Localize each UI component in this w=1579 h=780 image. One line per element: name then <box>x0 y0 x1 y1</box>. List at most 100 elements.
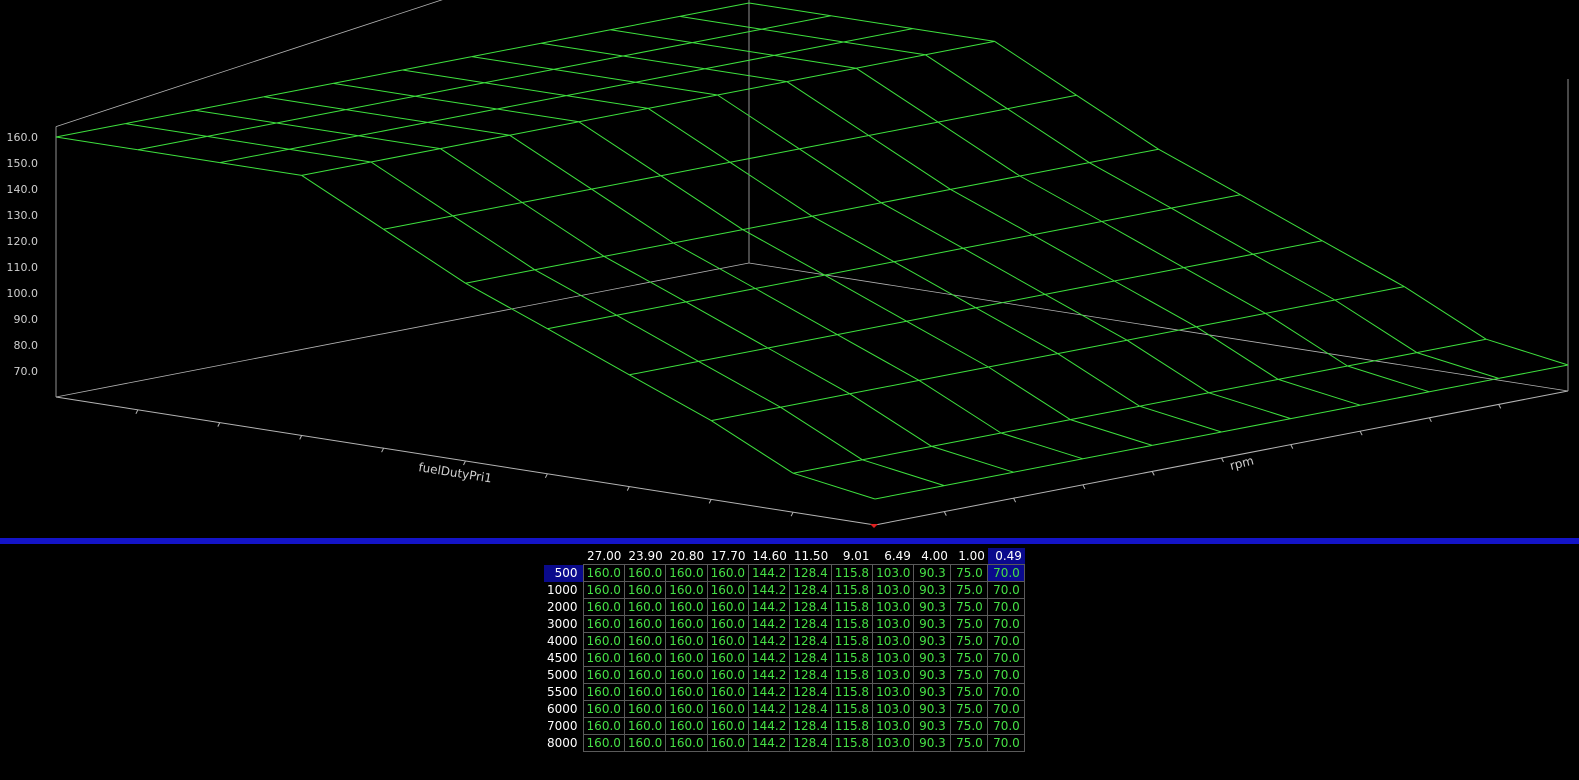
table-cell[interactable]: 160.0 <box>706 615 749 633</box>
table-cell[interactable]: 115.8 <box>830 564 874 582</box>
table-cell[interactable]: 160.0 <box>582 734 625 752</box>
table-cell[interactable]: 70.0 <box>987 598 1026 616</box>
table-cell[interactable]: 160.0 <box>706 717 749 735</box>
table-cell[interactable]: 115.8 <box>830 717 874 735</box>
table-cell[interactable]: 144.2 <box>747 615 791 633</box>
table-cell[interactable]: 75.0 <box>950 666 989 684</box>
table-cell[interactable]: 115.8 <box>830 700 874 718</box>
table-cell[interactable]: 160.0 <box>582 564 625 582</box>
table-cell[interactable]: 90.3 <box>913 734 952 752</box>
row-header[interactable]: 7000 <box>544 718 583 735</box>
column-header[interactable]: 9.01 <box>831 548 872 565</box>
panel-divider[interactable] <box>0 538 1579 544</box>
table-cell[interactable]: 75.0 <box>950 598 989 616</box>
table-cell[interactable]: 144.2 <box>747 564 791 582</box>
table-cell[interactable]: 160.0 <box>623 649 667 667</box>
table-cell[interactable]: 144.2 <box>747 581 791 599</box>
table-cell[interactable]: 103.0 <box>872 615 915 633</box>
table-cell[interactable]: 75.0 <box>950 581 989 599</box>
column-header[interactable]: 20.80 <box>666 548 707 565</box>
table-cell[interactable]: 115.8 <box>830 734 874 752</box>
row-header[interactable]: 3000 <box>544 616 583 633</box>
table-cell[interactable]: 103.0 <box>872 717 915 735</box>
row-header[interactable]: 6000 <box>544 701 583 718</box>
table-cell[interactable]: 103.0 <box>872 564 915 582</box>
table-cell[interactable]: 103.0 <box>872 666 915 684</box>
surface-3d-view[interactable]: 160.0 150.0 140.0 130.0 120.0 110.0 100.0 90.0 8… <box>0 0 1579 538</box>
table-cell[interactable]: 160.0 <box>623 581 667 599</box>
column-header[interactable]: 6.49 <box>873 548 914 565</box>
table-cell[interactable]: 160.0 <box>665 615 708 633</box>
table-cell[interactable]: 128.4 <box>789 683 832 701</box>
table-cell[interactable]: 160.0 <box>623 700 667 718</box>
table-cell[interactable]: 160.0 <box>623 632 667 650</box>
table-cell[interactable]: 160.0 <box>665 564 708 582</box>
table-cell[interactable]: 160.0 <box>582 700 625 718</box>
row-header[interactable]: 4000 <box>544 633 583 650</box>
table-cell[interactable]: 70.0 <box>987 683 1026 701</box>
table-cell[interactable]: 160.0 <box>665 649 708 667</box>
table-cell[interactable]: 128.4 <box>789 717 832 735</box>
table-cell[interactable]: 75.0 <box>950 717 989 735</box>
table-cell[interactable]: 160.0 <box>665 581 708 599</box>
table-cell[interactable]: 115.8 <box>830 598 874 616</box>
table-cell[interactable]: 90.3 <box>913 649 952 667</box>
table-cell[interactable]: 160.0 <box>623 564 667 582</box>
table-cell[interactable]: 160.0 <box>623 666 667 684</box>
table-cell[interactable]: 128.4 <box>789 734 832 752</box>
table-cell[interactable]: 75.0 <box>950 649 989 667</box>
table-cell[interactable]: 103.0 <box>872 734 915 752</box>
table-cell[interactable]: 160.0 <box>623 598 667 616</box>
table-cell[interactable]: 115.8 <box>830 683 874 701</box>
table-cell[interactable]: 144.2 <box>747 734 791 752</box>
table-cell[interactable]: 144.2 <box>747 717 791 735</box>
table-cell[interactable]: 70.0 <box>987 717 1026 735</box>
column-header[interactable]: 23.90 <box>624 548 665 565</box>
column-header[interactable]: 17.70 <box>707 548 748 565</box>
table-cell[interactable]: 160.0 <box>582 632 625 650</box>
table-cell[interactable]: 160.0 <box>582 581 625 599</box>
column-header[interactable]: 27.00 <box>583 548 624 565</box>
table-cell[interactable]: 70.0 <box>987 564 1026 582</box>
table-cell[interactable]: 103.0 <box>872 649 915 667</box>
table-cell[interactable]: 75.0 <box>950 683 989 701</box>
table-cell[interactable]: 75.0 <box>950 632 989 650</box>
table-cell[interactable]: 160.0 <box>582 598 625 616</box>
table-cell[interactable]: 128.4 <box>789 598 832 616</box>
table-cell[interactable]: 160.0 <box>706 564 749 582</box>
table-cell[interactable]: 115.8 <box>830 666 874 684</box>
surface-plot[interactable]: 160.0 150.0 140.0 130.0 120.0 110.0 100.0 90.0 8… <box>0 0 1579 538</box>
table-cell[interactable]: 128.4 <box>789 700 832 718</box>
table-cell[interactable]: 103.0 <box>872 581 915 599</box>
table-cell[interactable]: 128.4 <box>789 666 832 684</box>
table-cell[interactable]: 103.0 <box>872 632 915 650</box>
column-header[interactable]: 4.00 <box>914 548 951 565</box>
table-cell[interactable]: 70.0 <box>987 666 1026 684</box>
table-cell[interactable]: 75.0 <box>950 700 989 718</box>
table-cell[interactable]: 128.4 <box>789 632 832 650</box>
table-cell[interactable]: 70.0 <box>987 615 1026 633</box>
table-cell[interactable]: 160.0 <box>582 717 625 735</box>
column-header[interactable]: 14.60 <box>748 548 789 565</box>
table-cell[interactable]: 160.0 <box>665 717 708 735</box>
table-cell[interactable]: 103.0 <box>872 700 915 718</box>
table-cell[interactable]: 160.0 <box>706 598 749 616</box>
table-cell[interactable]: 160.0 <box>582 615 625 633</box>
table-cell[interactable]: 115.8 <box>830 632 874 650</box>
table-cell[interactable]: 70.0 <box>987 700 1026 718</box>
row-header[interactable]: 5500 <box>544 684 583 701</box>
row-header[interactable]: 8000 <box>544 735 583 752</box>
table-cell[interactable]: 160.0 <box>665 683 708 701</box>
row-header[interactable]: 4500 <box>544 650 583 667</box>
table-cell[interactable]: 144.2 <box>747 649 791 667</box>
table-cell[interactable]: 160.0 <box>665 632 708 650</box>
table-cell[interactable]: 160.0 <box>706 666 749 684</box>
table-cell[interactable]: 160.0 <box>706 649 749 667</box>
table-cell[interactable]: 128.4 <box>789 564 832 582</box>
row-header[interactable]: 1000 <box>544 582 583 599</box>
table-cell[interactable]: 115.8 <box>830 581 874 599</box>
table-cell[interactable]: 90.3 <box>913 666 952 684</box>
table-cell[interactable]: 160.0 <box>623 683 667 701</box>
table-cell[interactable]: 160.0 <box>665 666 708 684</box>
table-cell[interactable]: 90.3 <box>913 632 952 650</box>
